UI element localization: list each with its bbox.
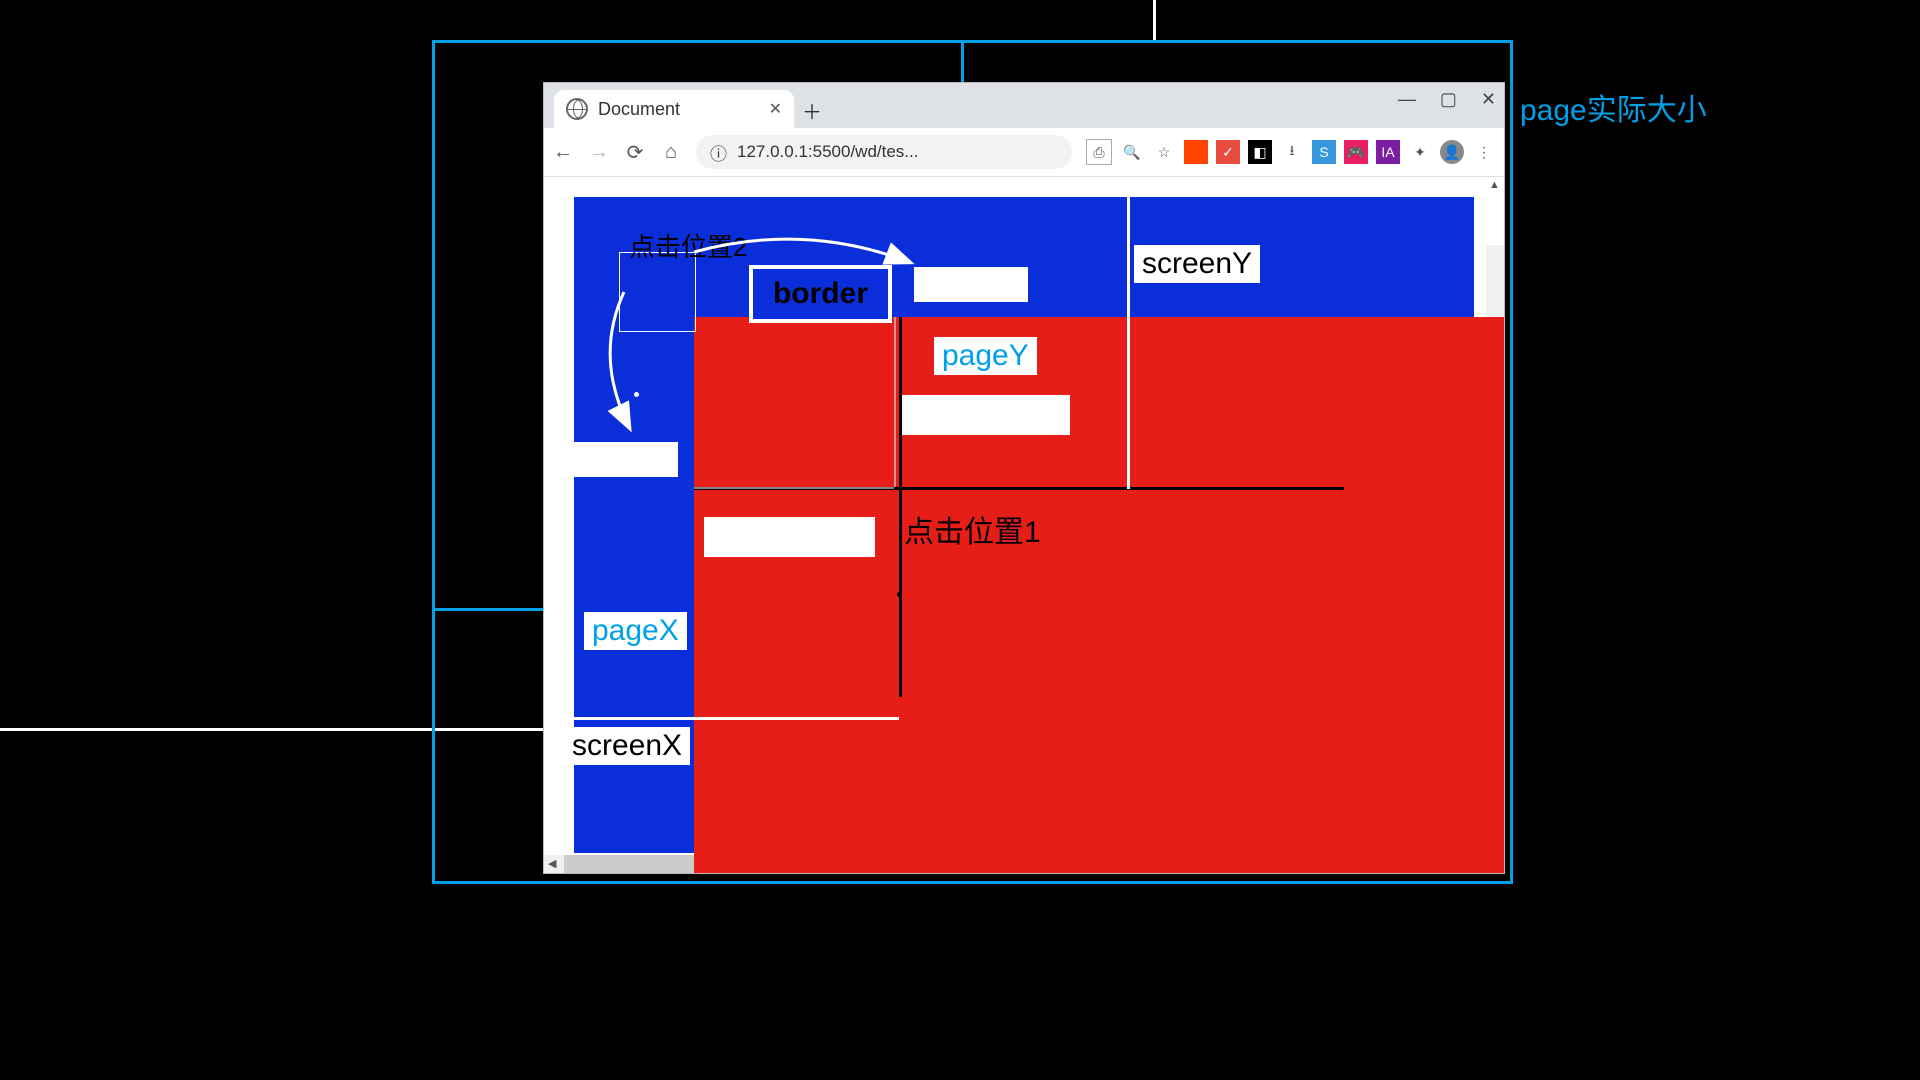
globe-icon bbox=[566, 98, 588, 120]
pagey-label: pageY bbox=[934, 337, 1037, 375]
translate-icon[interactable]: ⎙ bbox=[1086, 139, 1112, 165]
border-label-box: border bbox=[749, 265, 892, 323]
browser-tab[interactable]: Document ✕ bbox=[554, 90, 794, 128]
ext-5-icon[interactable]: 🎮 bbox=[1344, 140, 1368, 164]
download-icon[interactable]: ⭳ bbox=[1280, 140, 1304, 164]
tab-bar: Document ✕ ＋ — ▢ ✕ bbox=[544, 83, 1504, 128]
close-tab-icon[interactable]: ✕ bbox=[769, 99, 782, 119]
offset-horizontal-guide bbox=[694, 487, 894, 489]
new-tab-button[interactable]: ＋ bbox=[794, 92, 830, 128]
browser-window: Document ✕ ＋ — ▢ ✕ ← → ⟳ ⌂ ⓘ 127.0.0.1:5… bbox=[543, 82, 1505, 874]
ext-6-icon[interactable]: IA bbox=[1376, 140, 1400, 164]
zoom-icon[interactable]: 🔍 bbox=[1120, 140, 1144, 164]
screeny-guide-line bbox=[1127, 177, 1130, 489]
scroll-left-arrow[interactable]: ◀ bbox=[548, 857, 556, 870]
maximize-button[interactable]: ▢ bbox=[1440, 89, 1457, 110]
reload-button[interactable]: ⟳ bbox=[624, 140, 646, 165]
screenx-label: screenX bbox=[564, 727, 690, 765]
forward-button[interactable]: → bbox=[588, 141, 610, 164]
back-button[interactable]: ← bbox=[552, 141, 574, 164]
offsetx-neg-label: offsetX(负) bbox=[564, 442, 678, 477]
click1-vertical-line bbox=[899, 317, 902, 697]
url-bar[interactable]: ⓘ 127.0.0.1:5500/wd/tes... bbox=[696, 135, 1072, 169]
offsetx-pos-label: offsetX（正） bbox=[704, 517, 875, 557]
click-position-1-label: 点击位置1 bbox=[904, 507, 1041, 551]
page-boundary-label: page实际大小 bbox=[1520, 85, 1707, 129]
home-button[interactable]: ⌂ bbox=[660, 141, 682, 164]
red-content-box[interactable] bbox=[694, 317, 1504, 873]
click-position-2-label: 点击位置2 bbox=[629, 227, 747, 264]
menu-icon[interactable]: ⋮ bbox=[1472, 140, 1496, 164]
url-text: 127.0.0.1:5500/wd/tes... bbox=[737, 142, 918, 162]
click2-marker-box bbox=[619, 252, 696, 332]
offset-vertical-guide bbox=[894, 317, 896, 487]
ext-1-icon[interactable] bbox=[1184, 140, 1208, 164]
blue-canvas[interactable]: border 点击位置2 offsetY(负) screenY pageY of… bbox=[574, 197, 1474, 853]
offsety-pos-label: offsetY（正） bbox=[899, 395, 1070, 435]
screenx-guide-line bbox=[544, 717, 899, 720]
ext-2-icon[interactable]: ✓ bbox=[1216, 140, 1240, 164]
bookmark-icon[interactable]: ☆ bbox=[1152, 140, 1176, 164]
ext-3-icon[interactable]: ◧ bbox=[1248, 140, 1272, 164]
scroll-up-arrow[interactable]: ▲ bbox=[1489, 179, 1500, 191]
ext-4-icon[interactable]: S bbox=[1312, 140, 1336, 164]
screeny-label: screenY bbox=[1134, 245, 1260, 283]
extension-icons: ⎙ 🔍 ☆ ✓ ◧ ⭳ S 🎮 IA ✦ 👤 ⋮ bbox=[1086, 139, 1496, 165]
window-controls: — ▢ ✕ bbox=[1398, 89, 1496, 110]
tab-title: Document bbox=[598, 99, 680, 120]
pagex-label: pageX bbox=[584, 612, 687, 650]
border-label: border bbox=[773, 277, 868, 311]
screen-vertical-guide bbox=[1153, 0, 1156, 43]
browser-toolbar: ← → ⟳ ⌂ ⓘ 127.0.0.1:5500/wd/tes... ⎙ 🔍 ☆… bbox=[544, 128, 1504, 177]
minimize-button[interactable]: — bbox=[1398, 89, 1416, 110]
browser-content: ▲ ▼ ◀ ▶ border 点击位置2 offsetY(负) screenY … bbox=[544, 177, 1504, 873]
click1-dot bbox=[897, 592, 902, 597]
close-window-button[interactable]: ✕ bbox=[1481, 89, 1496, 110]
offsety-neg-label: offsetY(负) bbox=[914, 267, 1028, 302]
click2-dot bbox=[634, 392, 639, 397]
site-info-icon: ⓘ bbox=[710, 140, 727, 165]
extensions-icon[interactable]: ✦ bbox=[1408, 140, 1432, 164]
profile-icon[interactable]: 👤 bbox=[1440, 140, 1464, 164]
